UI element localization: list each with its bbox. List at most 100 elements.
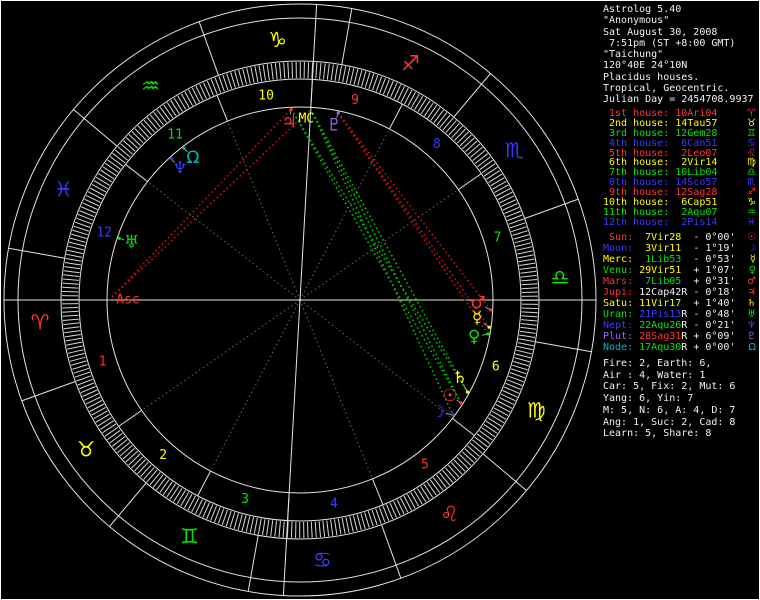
- planet-velocity: + 1°07': [687, 265, 736, 276]
- wheel-sign-♒: ♒: [141, 74, 160, 98]
- house-cusp: [452, 418, 475, 436]
- house-number-9: 9: [351, 93, 359, 108]
- planet-dot-jupiter: [289, 107, 293, 111]
- aspect-line: [290, 108, 462, 404]
- sign-boundary: [247, 535, 259, 592]
- planet-name: Sun:: [603, 232, 634, 243]
- sign-boundary: [535, 341, 592, 353]
- planet-row: Nept: 22Aqu26R - 0°21' ♆: [603, 320, 759, 331]
- planet-position-list: Sun: 7Vir28 - 0°00' ☉ Moon: 3Vir11 - 1°19'…: [603, 232, 759, 353]
- sign-boundary: [482, 453, 527, 491]
- house-number-1: 1: [99, 355, 107, 370]
- sign-boundary: [453, 73, 491, 118]
- header-line: "Anonymous": [603, 15, 670, 27]
- summary-line: Ang: 1, Suc: 2, Cad: 8: [603, 416, 736, 428]
- house-number-10: 10: [258, 88, 274, 103]
- sign-boundary: [109, 482, 147, 527]
- planet-velocity: + 1°40': [687, 298, 736, 309]
- house-text: 12th house: 2Pis14: [603, 216, 718, 228]
- wheel-planet-venus: ♀: [468, 327, 480, 347]
- info-panel: Astrolog 5.40 "Anonymous" Sat August 30, 2…: [603, 1, 759, 599]
- header-line: 120°40E 24°10N: [603, 60, 688, 72]
- house-cusp-extension: [210, 299, 301, 472]
- house-cusp-extension: [299, 299, 373, 480]
- house-cusp-extension: [299, 189, 459, 301]
- planet-icon: ♅: [747, 309, 756, 320]
- element-summary: Fire: 2, Earth: 6, Air : 4, Water: 1 Car: …: [603, 358, 759, 440]
- wheel-sign-♈: ♈: [31, 310, 50, 334]
- wheel-sign-♏: ♏: [505, 139, 524, 163]
- wheel-sign-♍: ♍: [527, 399, 546, 423]
- house-number-4: 4: [330, 497, 338, 512]
- planet-icon: Ω: [748, 342, 756, 353]
- wheel-planet-node: Ω: [186, 148, 199, 168]
- chart-wheel: ♈ ♉ ♊ ♋ ♌ ♍ ♎ ♏ ♐ ♑ ♒ ♓ 1 2 3 4 5 6 7 8 9 10 11 12 ☉ ☽ ☿ ♀ ♂ ♃ ♄ ♅ ♆ ♇ Ω As…: [1, 1, 601, 599]
- house-cusp-extension: [147, 181, 301, 301]
- wheel-planet-neptune: ♆: [172, 159, 187, 179]
- wheel-planet-jupiter: ♃: [281, 112, 296, 132]
- planet-position: 7Vir28: [633, 232, 682, 243]
- planet-name: Satu:: [603, 298, 634, 309]
- planet-velocity: + 0°00': [687, 342, 736, 353]
- planet-dot-pluto: [336, 111, 340, 115]
- header-line: Astrolog 5.40: [603, 4, 682, 15]
- wheel-planet-moon: ☽: [431, 402, 446, 422]
- house-cusp-extension: [299, 299, 453, 419]
- aspect-line: [309, 108, 462, 404]
- planet-velocity: + 0°31': [687, 276, 736, 287]
- planet-dot-moon: [451, 413, 455, 417]
- sign-boundary: [341, 8, 353, 65]
- planet-velocity: - 0°53': [687, 254, 736, 265]
- planet-row: Sun: 7Vir28 - 0°00' ☉: [603, 232, 759, 243]
- planet-name: Node:: [603, 342, 634, 353]
- wheel-planet-pluto: ♇: [327, 115, 342, 135]
- label-mc: MC: [298, 112, 314, 127]
- house-cusp-extension: [299, 128, 390, 301]
- aspect-line: [337, 112, 492, 311]
- house-number-3: 3: [241, 492, 249, 507]
- house-cusp: [216, 95, 228, 122]
- planet-position: 29Vir51: [633, 265, 682, 276]
- planet-icon: ♂: [747, 276, 756, 287]
- house-number-2: 2: [159, 448, 167, 463]
- aspect-line: [309, 108, 454, 416]
- wheel-sign-♑: ♑: [268, 28, 287, 52]
- house-cusp: [372, 478, 384, 505]
- house-number-11: 11: [167, 127, 183, 142]
- planet-velocity: - 1°19': [687, 243, 736, 254]
- header-line: Tropical, Geocentric.: [603, 83, 730, 95]
- planet-name: Merc:: [603, 254, 634, 265]
- summary-line: M: 5, N: 6, A: 4, D: 7: [603, 404, 736, 416]
- house-cusp: [458, 173, 482, 191]
- wheel-planet-saturn: ♄: [452, 368, 467, 388]
- header-line: "Taichung": [603, 49, 664, 61]
- planet-velocity: - 0°00': [687, 232, 736, 243]
- planet-icon: ☽: [747, 243, 756, 254]
- summary-line: Learn: 5, Share: 8: [603, 428, 712, 440]
- planet-icon: ♆: [747, 320, 756, 331]
- planet-position: 21Pis13: [633, 309, 682, 320]
- header-line: 7:51pm (ST +8:00 GMT): [603, 37, 736, 49]
- planet-row: Jupi: 12Cap42R - 0°18' ♃: [603, 287, 759, 298]
- house-number-12: 12: [96, 225, 112, 240]
- planet-icon: ♃: [747, 287, 756, 298]
- astrolog-window: ♈ ♉ ♊ ♋ ♌ ♍ ♎ ♏ ♐ ♑ ♒ ♓ 1 2 3 4 5 6 7 8 9 10 11 12 ☉ ☽ ☿ ♀ ♂ ♃ ♄ ♅ ♆ ♇ Ω As…: [0, 0, 760, 600]
- planet-icon: ☿: [749, 254, 756, 265]
- header-line: Placidus houses.: [603, 71, 700, 83]
- house-cusp: [388, 103, 403, 130]
- wheel-planet-uranus: ♅: [124, 232, 139, 252]
- wheel-sign-♋: ♋: [313, 548, 332, 572]
- planet-row: Merc: 1Lib53 - 0°53' ☿: [603, 254, 759, 265]
- sign-boundary: [73, 109, 118, 147]
- sign-boundary: [21, 381, 76, 402]
- planet-icon: ♇: [747, 331, 756, 342]
- planet-dot-venus: [486, 332, 490, 336]
- summary-line: Car: 5, Fix: 2, Mut: 6: [603, 381, 736, 393]
- planet-velocity: - 0°18': [687, 287, 736, 298]
- house-cusp: [125, 164, 148, 182]
- label-asc: Asc: [116, 293, 139, 308]
- planet-name: Jupi:: [603, 287, 634, 298]
- house-cusp: [197, 470, 212, 497]
- planet-row: Venu: 29Vir51 + 1°07' ♀: [603, 265, 759, 276]
- planet-icon: ♄: [747, 298, 756, 309]
